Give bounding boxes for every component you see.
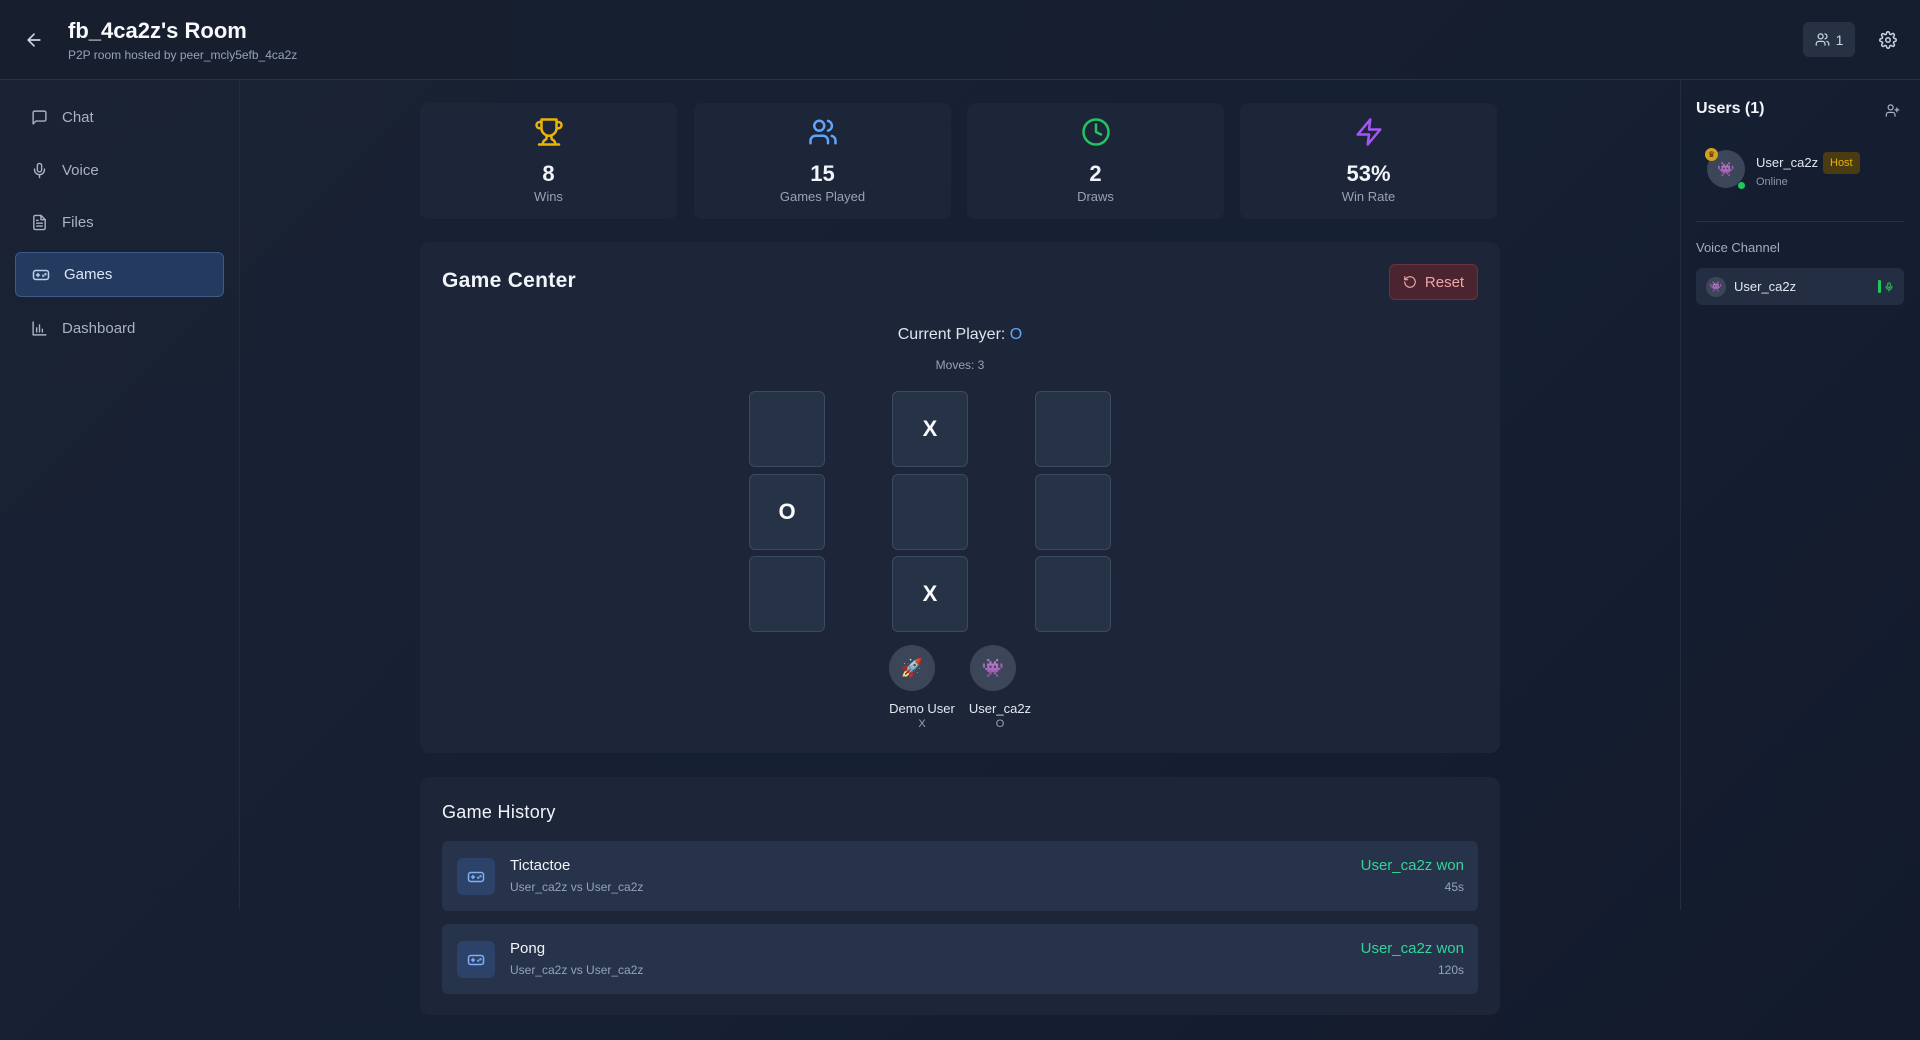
users-count: 1: [1835, 31, 1844, 48]
current-player-symbol: O: [1009, 326, 1023, 343]
stat-card-games-played: 15 Games Played: [694, 103, 951, 219]
trophy-icon: [420, 117, 677, 147]
chat-icon: [31, 109, 48, 126]
stat-label: Games Played: [779, 189, 866, 204]
stat-label: Win Rate: [1341, 189, 1396, 204]
room-title: fb_4ca2z's Room: [68, 18, 247, 43]
history-result: User_ca2z won: [1360, 940, 1464, 957]
stat-label: Draws: [1077, 189, 1114, 204]
users-icon: [694, 117, 951, 147]
stat-card-draws: 2 Draws: [967, 103, 1224, 219]
history-duration: 120s: [1437, 963, 1464, 977]
stat-value: 8: [542, 161, 555, 186]
game-history-title: Game History: [442, 802, 556, 822]
avatar: 👾: [1706, 277, 1726, 297]
list-item[interactable]: Pong User_ca2z vs User_ca2z User_ca2z wo…: [442, 924, 1478, 994]
users-sidebar: [1680, 80, 1920, 910]
bolt-icon: [1240, 117, 1497, 147]
sidebar-item-label: Voice: [62, 162, 99, 179]
room-header: fb_4ca2z's Room P2P room hosted by peer_…: [0, 0, 1920, 80]
history-game-name: Tictactoe: [510, 857, 571, 874]
avatar: 👾: [970, 645, 1016, 691]
board-cell-2[interactable]: X: [892, 391, 968, 467]
users-panel-title: Users (1): [1696, 100, 1765, 117]
board-cell-5[interactable]: [892, 474, 968, 550]
board-cell-9[interactable]: [1035, 556, 1111, 632]
gamepad-icon: [457, 858, 495, 895]
settings-gear-icon[interactable]: [1874, 26, 1902, 54]
gamepad-icon: [32, 266, 50, 284]
board-cell-1[interactable]: [749, 391, 825, 467]
sidebar-item-files[interactable]: Files: [15, 200, 224, 245]
history-game-name: Pong: [510, 940, 546, 957]
host-badge: Host: [1823, 152, 1860, 174]
list-item[interactable]: Tictactoe User_ca2z vs User_ca2z User_ca…: [442, 841, 1478, 911]
reset-button[interactable]: Reset: [1389, 264, 1478, 300]
moves-counter: Moves: 3: [935, 358, 985, 372]
voice-channel-user[interactable]: 👾 User_ca2z: [1696, 268, 1904, 305]
users-count-button[interactable]: 1: [1803, 22, 1855, 57]
mic-icon: [31, 162, 48, 179]
sidebar-item-label: Games: [64, 266, 113, 283]
current-player: Current Player: O: [0, 326, 1920, 344]
reset-label: Reset: [1424, 273, 1465, 291]
avatar: 🚀: [889, 645, 935, 691]
history-players: User_ca2z vs User_ca2z: [510, 880, 644, 894]
online-status-dot: [1737, 181, 1746, 190]
player-name: User_ca2z: [968, 701, 1032, 716]
board-cell-6[interactable]: [1035, 474, 1111, 550]
stat-card-win-rate: 53% Win Rate: [1240, 103, 1497, 219]
crown-icon: ♛: [1705, 148, 1718, 161]
sidebar-item-voice[interactable]: Voice: [15, 148, 224, 193]
voice-activity-icon: [1878, 280, 1894, 293]
stat-value: 53%: [1346, 161, 1391, 186]
sidebar-item-label: Files: [62, 214, 94, 231]
add-user-icon[interactable]: [1882, 100, 1902, 120]
game-center-title: Game Center: [442, 269, 577, 292]
back-arrow-icon[interactable]: [20, 26, 48, 54]
voice-user-name: User_ca2z: [1734, 279, 1797, 294]
divider: [1696, 221, 1904, 222]
stat-label: Wins: [534, 189, 563, 204]
board-cell-3[interactable]: [1035, 391, 1111, 467]
history-players: User_ca2z vs User_ca2z: [510, 963, 644, 977]
room-subtitle: P2P room hosted by peer_mcly5efb_4ca2z: [68, 48, 298, 62]
reset-icon: [1403, 275, 1417, 289]
user-name: User_ca2z: [1756, 155, 1819, 170]
history-duration: 45s: [1444, 880, 1464, 894]
voice-channel-label: Voice Channel: [1696, 240, 1780, 255]
sidebar-item-games[interactable]: Games: [15, 252, 224, 297]
sidebar-item-chat[interactable]: Chat: [15, 95, 224, 140]
stat-value: 15: [810, 161, 835, 186]
history-result: User_ca2z won: [1360, 857, 1464, 874]
stat-card-wins: 8 Wins: [420, 103, 677, 219]
users-icon: [1815, 32, 1830, 47]
current-player-label: Current Player:: [897, 326, 1006, 343]
user-status: Online: [1756, 176, 1788, 188]
gamepad-icon: [457, 941, 495, 978]
board-cell-8[interactable]: X: [892, 556, 968, 632]
sidebar-item-label: Chat: [62, 109, 94, 126]
stat-value: 2: [1089, 161, 1102, 186]
board-cell-4[interactable]: O: [749, 474, 825, 550]
file-icon: [31, 214, 48, 231]
clock-icon: [967, 117, 1224, 147]
player-symbol: O: [995, 718, 1005, 730]
board-cell-7[interactable]: [749, 556, 825, 632]
